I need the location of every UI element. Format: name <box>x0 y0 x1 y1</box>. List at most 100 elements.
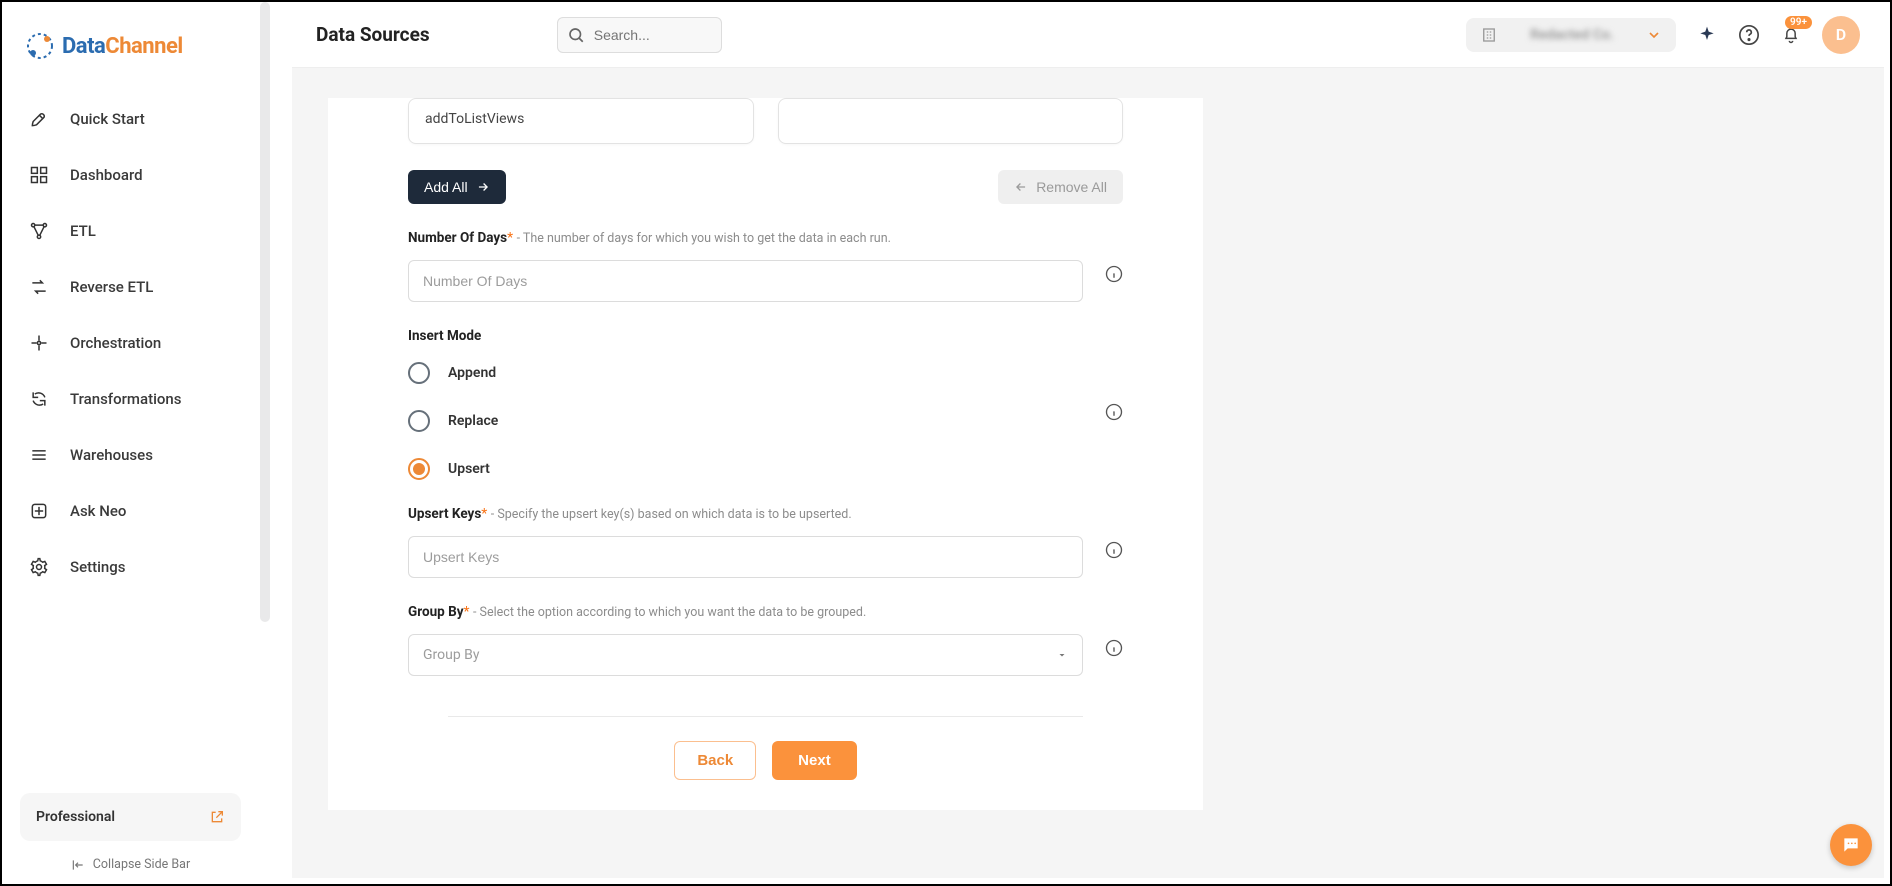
radio-replace[interactable]: Replace <box>408 410 1083 432</box>
etl-icon <box>28 220 50 242</box>
remove-all-button: Remove All <box>998 170 1123 204</box>
radio-circle-icon <box>408 410 430 432</box>
search-icon <box>567 26 585 44</box>
ask-neo-icon <box>28 500 50 522</box>
external-link-icon <box>209 809 225 825</box>
info-icon[interactable] <box>1105 403 1123 421</box>
group-by-placeholder: Group By <box>423 647 480 663</box>
info-icon[interactable] <box>1105 541 1123 559</box>
collapse-sidebar-button[interactable]: Collapse Side Bar <box>20 857 241 872</box>
upsert-keys-label: Upsert Keys <box>408 506 481 522</box>
sidebar-item-label: Ask Neo <box>70 502 126 520</box>
back-button[interactable]: Back <box>674 741 756 780</box>
sidebar-item-label: Settings <box>70 558 126 576</box>
sidebar-item-ask-neo[interactable]: Ask Neo <box>20 486 241 536</box>
chat-fab-button[interactable] <box>1830 824 1872 866</box>
add-all-label: Add All <box>424 179 468 195</box>
arrow-right-icon <box>476 180 490 194</box>
notification-bell-icon[interactable]: 99+ <box>1780 24 1802 46</box>
transformations-icon <box>28 388 50 410</box>
insert-mode-field: Insert Mode Append Replace Upsert <box>328 328 1203 480</box>
collapse-label: Collapse Side Bar <box>93 857 190 872</box>
chat-icon <box>1841 835 1861 855</box>
sidebar-item-reverse-etl[interactable]: Reverse ETL <box>20 262 241 312</box>
arrow-left-icon <box>1014 180 1028 194</box>
sidebar-item-dashboard[interactable]: Dashboard <box>20 150 241 200</box>
add-all-button[interactable]: Add All <box>408 170 506 204</box>
warehouses-icon <box>28 444 50 466</box>
building-icon <box>1480 26 1498 44</box>
plan-name: Professional <box>36 809 115 825</box>
num-days-field: Number Of Days* - The number of days for… <box>328 230 1203 302</box>
remove-all-label: Remove All <box>1036 179 1107 195</box>
main-content: addToListViews Add All Remove All Number… <box>292 68 1884 878</box>
radio-append[interactable]: Append <box>408 362 1083 384</box>
logo-mark-icon <box>24 30 56 62</box>
radio-upsert[interactable]: Upsert <box>408 458 1083 480</box>
group-by-field: Group By* - Select the option according … <box>328 604 1203 676</box>
sidebar-item-etl[interactable]: ETL <box>20 206 241 256</box>
num-days-input[interactable] <box>408 260 1083 302</box>
page-title: Data Sources <box>316 23 430 46</box>
sidebar-item-quick-start[interactable]: Quick Start <box>20 94 241 144</box>
brand-logo[interactable]: DataChannel <box>24 30 241 62</box>
collapse-icon <box>71 858 85 872</box>
next-button[interactable]: Next <box>772 741 857 780</box>
chevron-down-icon <box>1646 27 1662 43</box>
group-by-label: Group By <box>408 604 463 620</box>
sidebar-item-label: Reverse ETL <box>70 278 153 296</box>
sidebar-nav: Quick Start Dashboard ETL Reverse ETL Or… <box>20 94 241 793</box>
divider <box>448 716 1083 717</box>
sparkle-icon[interactable] <box>1696 24 1718 46</box>
group-by-hint: - Select the option according to which y… <box>473 605 866 620</box>
sidebar-item-label: Orchestration <box>70 334 161 352</box>
selected-columns-box[interactable] <box>778 98 1124 144</box>
sidebar-item-orchestration[interactable]: Orchestration <box>20 318 241 368</box>
insert-mode-label: Insert Mode <box>408 328 481 344</box>
sidebar-item-label: ETL <box>70 222 96 240</box>
upsert-keys-input[interactable] <box>408 536 1083 578</box>
help-icon[interactable] <box>1738 24 1760 46</box>
search-wrap <box>557 17 722 53</box>
plan-box[interactable]: Professional <box>20 793 241 841</box>
sidebar-item-transformations[interactable]: Transformations <box>20 374 241 424</box>
radio-label: Append <box>448 365 496 381</box>
sidebar-scrollbar[interactable] <box>260 2 270 622</box>
upsert-keys-hint: - Specify the upsert key(s) based on whi… <box>491 507 852 522</box>
radio-label: Replace <box>448 413 498 429</box>
insert-mode-radio-group: Append Replace Upsert <box>408 362 1083 480</box>
radio-circle-icon <box>408 458 430 480</box>
sidebar-item-label: Transformations <box>70 390 181 408</box>
brand-name: DataChannel <box>62 34 183 59</box>
radio-circle-icon <box>408 362 430 384</box>
radio-label: Upsert <box>448 461 490 477</box>
sidebar-item-settings[interactable]: Settings <box>20 542 241 592</box>
available-columns-box[interactable]: addToListViews <box>408 98 754 144</box>
num-days-hint: - The number of days for which you wish … <box>517 231 891 246</box>
gear-icon <box>28 556 50 578</box>
rocket-icon <box>28 108 50 130</box>
info-icon[interactable] <box>1105 265 1123 283</box>
upsert-keys-field: Upsert Keys* - Specify the upsert key(s)… <box>328 506 1203 578</box>
orchestration-icon <box>28 332 50 354</box>
group-by-select[interactable]: Group By <box>408 634 1083 676</box>
column-item[interactable]: addToListViews <box>425 111 524 127</box>
dashboard-icon <box>28 164 50 186</box>
account-name: Redacted Co. <box>1530 27 1614 43</box>
action-row: Back Next <box>328 741 1203 780</box>
top-header: Data Sources Redacted Co. 99+ D <box>292 2 1884 68</box>
caret-down-icon <box>1056 649 1068 661</box>
sidebar-item-warehouses[interactable]: Warehouses <box>20 430 241 480</box>
sidebar-item-label: Warehouses <box>70 446 153 464</box>
form-panel: addToListViews Add All Remove All Number… <box>328 98 1203 810</box>
avatar[interactable]: D <box>1822 16 1860 54</box>
info-icon[interactable] <box>1105 639 1123 657</box>
sidebar-item-label: Dashboard <box>70 166 143 184</box>
num-days-label: Number Of Days <box>408 230 507 246</box>
account-switcher[interactable]: Redacted Co. <box>1466 18 1676 52</box>
header-right: Redacted Co. 99+ D <box>1466 16 1860 54</box>
reverse-etl-icon <box>28 276 50 298</box>
notification-badge: 99+ <box>1785 16 1812 29</box>
sidebar-item-label: Quick Start <box>70 110 145 128</box>
sidebar: DataChannel Quick Start Dashboard ETL Re… <box>2 2 259 884</box>
